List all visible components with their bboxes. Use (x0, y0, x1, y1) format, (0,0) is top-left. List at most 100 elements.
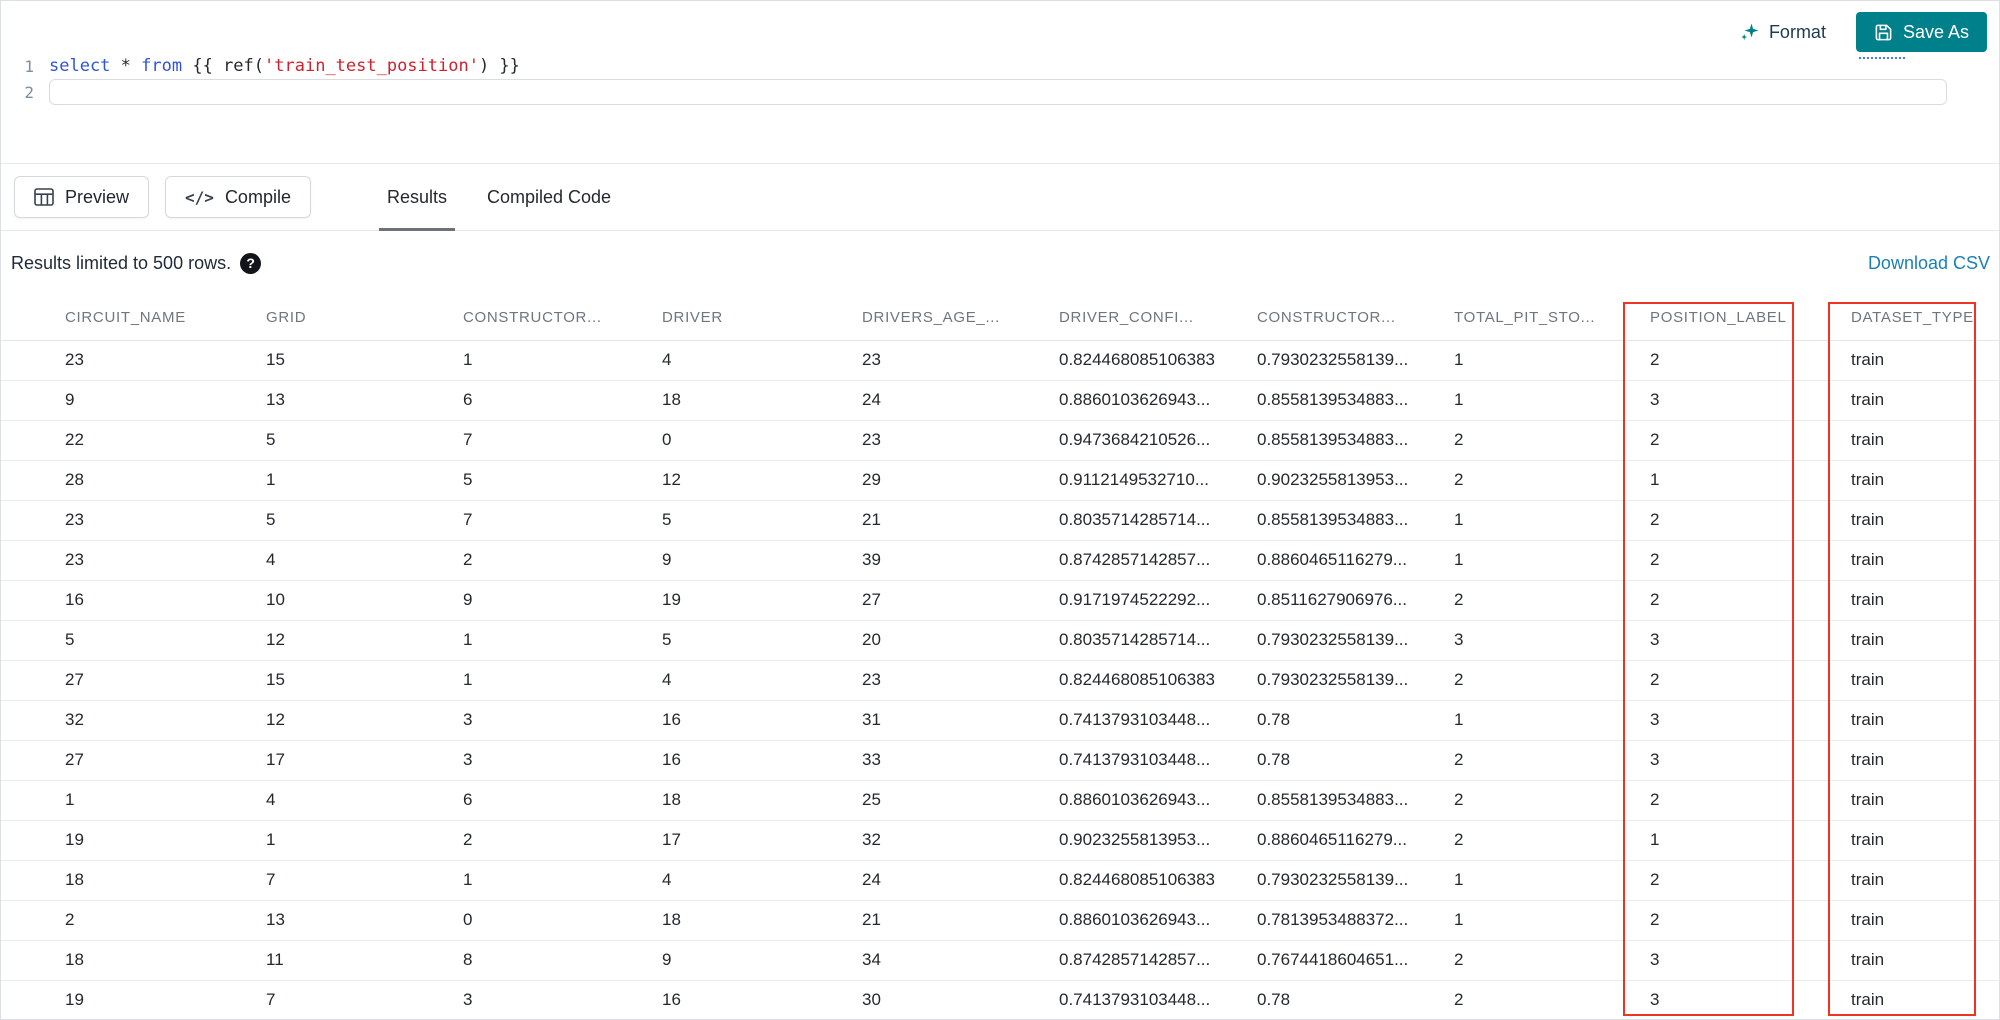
table-cell: 32 (862, 820, 1059, 861)
line-number: 1 (24, 56, 34, 76)
table-row: 23 5 7 5 21 0.8035714285714... 0.8558139534883… (1, 500, 2000, 541)
table-cell: 0.824468085106383 (1059, 660, 1257, 701)
actions-tabs-row: Preview </> Compile Results Compiled Cod… (1, 164, 1999, 231)
column-header: CONSTRUCTOR... (463, 295, 662, 341)
table-cell: 23 (1, 340, 266, 381)
table-cell: 2 (1650, 420, 1851, 461)
table-cell: 0.78 (1257, 700, 1454, 741)
table-cell: 32 (1, 700, 266, 741)
table-cell: 2 (1650, 500, 1851, 541)
table-row: 1 4 6 18 25 0.8860103626943... 0.8558139534883… (1, 780, 2000, 821)
table-cell: 16 (662, 740, 862, 781)
table-cell: 0.8860103626943... (1059, 380, 1257, 421)
table-cell: 3 (1650, 620, 1851, 661)
table-cell: 0.7930232558139... (1257, 340, 1454, 381)
table-cell: 4 (662, 340, 862, 381)
editor-active-line-box[interactable] (49, 79, 1947, 105)
table-cell: 1 (266, 460, 463, 501)
table-cell: 3 (463, 740, 662, 781)
table-cell: 24 (862, 380, 1059, 421)
table-cell: train (1851, 660, 2000, 701)
column-header: GRID (266, 295, 463, 341)
table-cell: 2 (1454, 740, 1650, 781)
table-cell: 0.8558139534883... (1257, 420, 1454, 461)
code-icon: </> (185, 187, 214, 207)
tab-compiled-code[interactable]: Compiled Code (467, 164, 631, 230)
table-cell: 1 (1454, 900, 1650, 941)
table-row: 5 12 1 5 20 0.8035714285714... 0.7930232558139… (1, 620, 2000, 661)
table-cell: 23 (862, 420, 1059, 461)
table-row: 27 15 1 4 23 0.824468085106383 0.7930232558139… (1, 660, 2000, 701)
table-cell: train (1851, 900, 2000, 941)
table-cell: 1 (1454, 340, 1650, 381)
table-cell: 22 (1, 420, 266, 461)
table-cell: 2 (1454, 780, 1650, 821)
table-cell: 18 (1, 860, 266, 901)
table-cell: 1 (1454, 700, 1650, 741)
table-cell: 25 (862, 780, 1059, 821)
table-cell: 2 (1454, 940, 1650, 981)
code-line-2[interactable]: 2 (1, 79, 1999, 105)
table-cell: 39 (862, 540, 1059, 581)
download-csv-link[interactable]: Download CSV (1868, 253, 1990, 274)
table-cell: 9 (662, 540, 862, 581)
column-header: CONSTRUCTOR... (1257, 295, 1454, 341)
table-cell: 1 (1454, 540, 1650, 581)
table-row: 16 10 9 19 27 0.9171974522292... 0.85116279069… (1, 580, 2000, 621)
column-header: CIRCUIT_NAME (1, 295, 266, 341)
table-cell: 0.8035714285714... (1059, 620, 1257, 661)
table-cell: train (1851, 420, 2000, 461)
table-cell: 0.8860465116279... (1257, 820, 1454, 861)
table-cell: 33 (862, 740, 1059, 781)
table-cell: 0.8558139534883... (1257, 380, 1454, 421)
table-cell: 2 (1650, 580, 1851, 621)
table-cell: 0 (463, 900, 662, 941)
table-cell: 29 (862, 460, 1059, 501)
table-cell: 0.7413793103448... (1059, 980, 1257, 1020)
table-row: 19 7 3 16 30 0.7413793103448... 0.78 2 3 train (1, 980, 2000, 1020)
table-cell: 1 (463, 340, 662, 381)
table-cell: 0.7930232558139... (1257, 620, 1454, 661)
tab-results[interactable]: Results (367, 164, 467, 231)
table-cell: 2 (1, 900, 266, 941)
tab-results-label: Results (386, 186, 447, 207)
table-cell: 0.7413793103448... (1059, 700, 1257, 741)
table-cell: 0.8511627906976... (1257, 580, 1454, 621)
table-cell: 8 (463, 940, 662, 981)
table-cell: 2 (1650, 340, 1851, 381)
table-row: 27 17 3 16 33 0.7413793103448... 0.78 2 3 train (1, 740, 2000, 781)
table-cell: 5 (463, 460, 662, 501)
table-cell: 3 (463, 980, 662, 1020)
table-cell: train (1851, 500, 2000, 541)
tab-compiled-code-label: Compiled Code (487, 186, 612, 207)
table-cell: 1 (1454, 860, 1650, 901)
table-cell: 2 (1650, 780, 1851, 821)
help-icon[interactable]: ? (240, 252, 262, 274)
table-cell: 16 (662, 980, 862, 1020)
preview-button[interactable]: Preview (14, 176, 150, 218)
results-table-container: CIRCUIT_NAME GRID CONSTRUCTOR... DRIVER DRIV… (1, 295, 2000, 1020)
table-cell: 16 (662, 700, 862, 741)
table-cell: 23 (1, 500, 266, 541)
table-cell: train (1851, 620, 2000, 661)
table-cell: 3 (1650, 380, 1851, 421)
column-header: DATASET_TYPE (1851, 295, 2000, 341)
table-cell: train (1851, 940, 2000, 981)
table-cell: 27 (1, 660, 266, 701)
column-header: DRIVER (662, 295, 862, 341)
table-cell: 7 (463, 500, 662, 541)
table-cell: 0.7930232558139... (1257, 660, 1454, 701)
table-cell: 0.8558139534883... (1257, 780, 1454, 821)
table-cell: train (1851, 780, 2000, 821)
table-cell: 3 (1650, 740, 1851, 781)
table-cell: 0.824468085106383 (1059, 340, 1257, 381)
table-cell: 5 (662, 500, 862, 541)
table-cell: 17 (662, 820, 862, 861)
code-editor[interactable]: 1 select * from {{ ref('train_test_posit… (1, 53, 1999, 105)
table-cell: 0.7930232558139... (1257, 860, 1454, 901)
table-cell: 0.78 (1257, 980, 1454, 1020)
table-cell: 0.824468085106383 (1059, 860, 1257, 901)
compile-button[interactable]: </> Compile (165, 176, 311, 218)
table-cell: 0.9023255813953... (1257, 460, 1454, 501)
table-cell: 15 (266, 340, 463, 381)
